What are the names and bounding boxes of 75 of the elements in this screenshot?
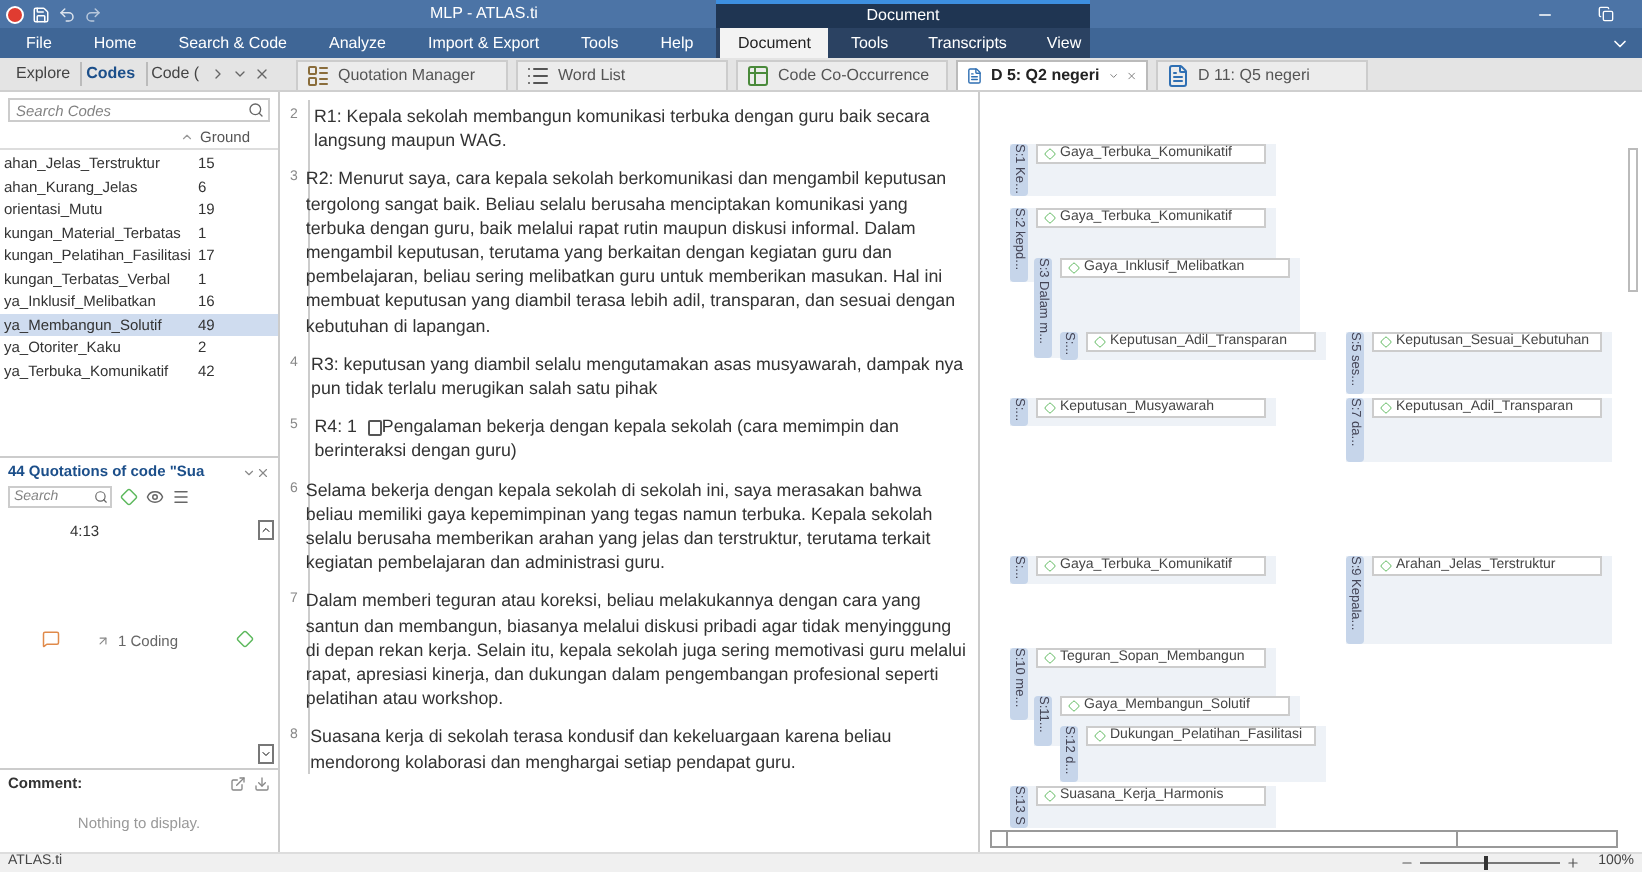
zoom-thumb[interactable] bbox=[1483, 856, 1488, 870]
code-icon bbox=[1044, 560, 1056, 572]
sort-icon bbox=[180, 130, 194, 144]
code-icon bbox=[1044, 148, 1056, 160]
paragraph: Selama bekerja dengan kepala sekolah di sekolah ini, saya merasakan bahwa beliau memiliki gaya kepemimpinan yang tegas namun terbuka. Kepala sekolah selalu berusaha memberikan arahan yang jelas dan terstruktur, terutama terkait kegiatan pembelajaran dan administrasi guru. bbox=[305, 477, 935, 575]
ribbon-tab[interactable]: Transcripts bbox=[910, 28, 1025, 58]
editor-tab[interactable]: Word List bbox=[516, 60, 728, 90]
table-icon bbox=[306, 64, 330, 88]
comment-icon bbox=[42, 630, 60, 648]
ribbon-tab[interactable]: Import & Export bbox=[409, 28, 558, 58]
arrow-icon bbox=[96, 634, 110, 649]
code-icon bbox=[1094, 336, 1106, 348]
panel-tab[interactable]: Code ( bbox=[145, 62, 204, 86]
ribbon-tab[interactable]: Search & Code bbox=[160, 28, 305, 58]
document-icon bbox=[966, 64, 983, 88]
dropdown-icon[interactable] bbox=[242, 465, 256, 479]
restore-icon[interactable] bbox=[1598, 6, 1614, 22]
close-icon[interactable] bbox=[1126, 68, 1138, 84]
ribbon-tab[interactable]: Tools bbox=[563, 28, 637, 58]
ribbon-tab[interactable]: File bbox=[8, 28, 70, 58]
code-icon[interactable] bbox=[120, 488, 138, 506]
eye-icon[interactable] bbox=[146, 488, 164, 506]
editor-tab[interactable]: D 11: Q5 negeri bbox=[1156, 60, 1368, 90]
panel-tab[interactable]: Codes bbox=[80, 62, 140, 86]
ribbon-tab[interactable]: Home bbox=[75, 28, 155, 58]
menu-icon[interactable] bbox=[172, 488, 190, 506]
horizontal-scrollbar[interactable] bbox=[990, 830, 1618, 848]
save-icon[interactable] bbox=[32, 5, 50, 23]
code-icon bbox=[1068, 262, 1080, 274]
save-icon[interactable] bbox=[254, 775, 270, 791]
code-icon bbox=[1068, 700, 1080, 712]
ribbon-tab[interactable]: Document bbox=[720, 28, 829, 58]
close-icon[interactable] bbox=[253, 66, 270, 82]
close-icon[interactable] bbox=[256, 465, 270, 479]
search-icon bbox=[94, 490, 108, 504]
code-icon bbox=[1380, 402, 1392, 414]
code-icon bbox=[1044, 790, 1056, 802]
paragraph: R3: keputusan yang diambil selalu mengutamakan asas musyawarah, dampak nya pun tidak terlalu merugikan salah satu pihak bbox=[311, 351, 966, 401]
scrollbar-up-button[interactable] bbox=[258, 520, 274, 540]
code-icon bbox=[1044, 402, 1056, 414]
paragraph: R4: 1 Pengalaman bekerja dengan kepala sekolah (cara memimpin dan berinteraksi dengan guru) bbox=[314, 414, 901, 464]
paragraph: Suasana kerja di sekolah terasa kondusif dan kekeluargaan karena beliau mendorong kolaborasi dan menghargai setiap pendapat guru. bbox=[310, 724, 894, 774]
dropdown-icon[interactable] bbox=[231, 66, 248, 82]
document-icon bbox=[1166, 64, 1190, 88]
panel-tab[interactable]: Explore bbox=[12, 62, 75, 86]
window-title: MLP - ATLAS.ti bbox=[430, 2, 538, 26]
zoom-out-icon[interactable] bbox=[1400, 856, 1415, 870]
context-title: Document bbox=[866, 4, 940, 28]
code-icon bbox=[236, 630, 254, 648]
grid-icon bbox=[746, 64, 770, 88]
editor-tab[interactable]: Code Co-Occurrence bbox=[736, 60, 948, 90]
editor-tab[interactable]: Quotation Manager bbox=[296, 60, 508, 90]
code-icon bbox=[1044, 652, 1056, 664]
paragraph: R2: Menurut saya, cara kepala sekolah berkomunikasi dan mengambil keputusan tergolong sangat baik. Beliau selalu berusaha menciptakan komunikasi yang terbuka dengan guru, baik melalui rapat rutin maupun diskusi informal. Dalam mengambil keputusan, terutama yang berkaitan dengan kegiatan guru dan pembelajaran, beliau sering melibatkan guru untuk memberikan masukan. Hal ini membuat keputusan yang diambil terasa lebih adil, transparan, dan sesuai dengan kebutuhan di lapangan. bbox=[305, 166, 958, 338]
dropdown-icon[interactable] bbox=[1107, 68, 1119, 84]
search-icon bbox=[248, 102, 264, 118]
code-icon bbox=[1094, 730, 1106, 742]
ribbon-tab[interactable]: Tools bbox=[832, 28, 907, 58]
scrollbar-down-button[interactable] bbox=[258, 744, 274, 764]
app-logo-icon bbox=[6, 5, 24, 23]
checkbox-icon bbox=[367, 419, 382, 436]
code-icon bbox=[1044, 212, 1056, 224]
zoom-in-icon[interactable] bbox=[1566, 856, 1581, 870]
ribbon-tab[interactable]: Analyze bbox=[311, 28, 404, 58]
editor-tab[interactable]: D 5: Q2 negeri bbox=[956, 60, 1148, 90]
code-icon bbox=[1380, 560, 1392, 572]
vertical-scrollbar[interactable] bbox=[1628, 148, 1638, 292]
ribbon-tab[interactable]: View bbox=[1028, 28, 1100, 58]
paragraph: R1: Kepala sekolah membangun komunikasi terbuka dengan guru baik secara langsung maupun WAG. bbox=[314, 104, 932, 153]
code-icon bbox=[1380, 336, 1392, 348]
paragraph: Dalam memberi teguran atau koreksi, beliau melakukannya dengan cara yang santun dan membangun, biasanya melalui diskusi pribadi agar tidak menyinggung di depan rekan kerja. Selain itu, kepala sekolah juga sering memotivasi guru melalui rapat, apresiasi kinerja, dan dukungan dalam pengembangan profesional seperti pelatihan atau workshop. bbox=[305, 588, 966, 711]
undo-icon[interactable] bbox=[58, 5, 76, 23]
ribbon-tab[interactable]: Help bbox=[642, 28, 712, 58]
open-icon[interactable] bbox=[230, 775, 246, 791]
redo-icon[interactable] bbox=[84, 5, 102, 23]
